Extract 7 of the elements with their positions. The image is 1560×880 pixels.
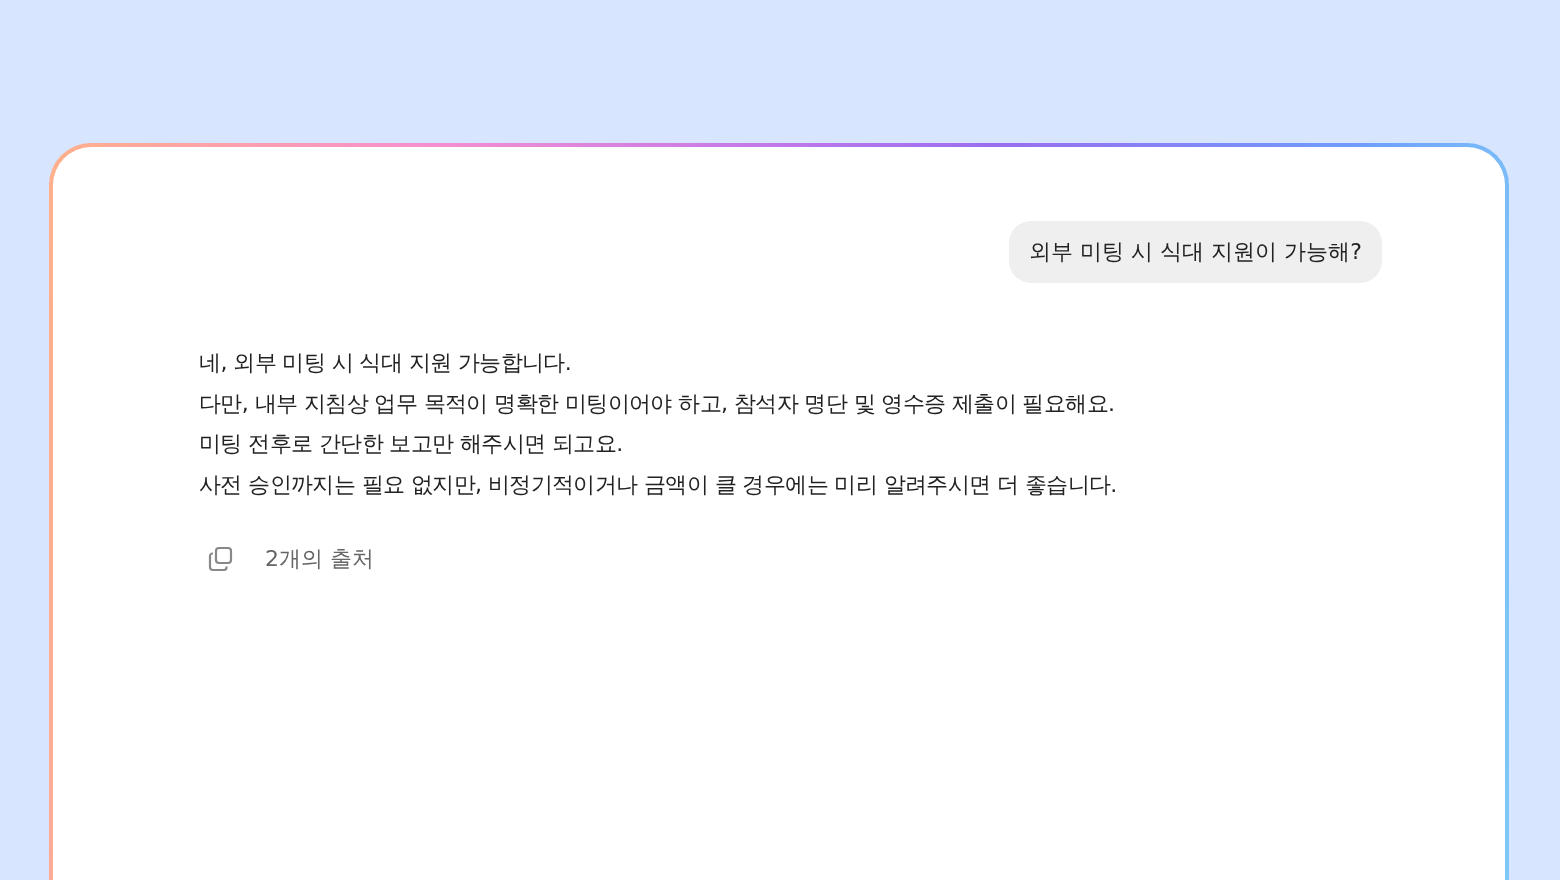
sources-link[interactable]: 2개의 출처 [265,543,374,574]
copy-icon[interactable] [207,544,235,573]
answer-text: 네, 외부 미팅 시 식대 지원 가능합니다. [199,349,573,377]
answer-text: 사전 승인까지는 필요 없지만, 비정기적이거나 금액이 클 경우에는 미리 알려주시면 더 좋습니다. [199,471,1118,500]
answer-text: 미팅 전후로 간단한 보고만 해주시면 되고요. [199,430,624,459]
user-message-bubble: 외부 미팅 시 식대 지원이 가능해? [1009,221,1382,283]
answer-text: 다만, 내부 지침상 업무 목적이 명확한 미팅이어야 하고, 참석자 명단 및 영수증 제출이 필요해요. [199,389,1116,418]
